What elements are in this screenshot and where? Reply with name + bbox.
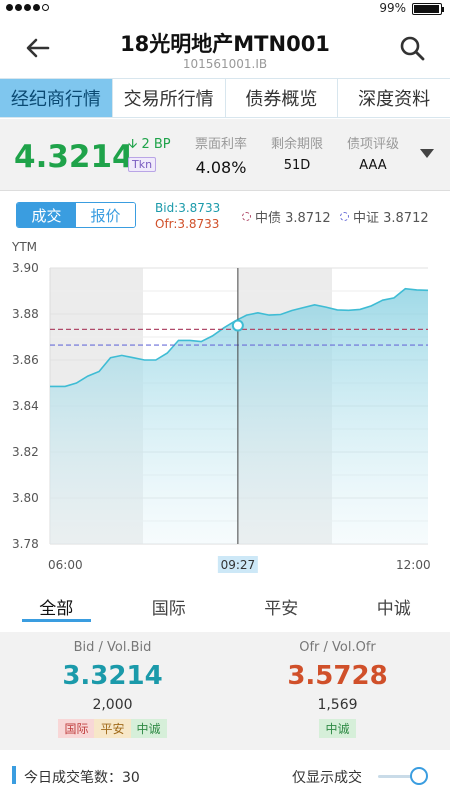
bid-column: Bid / Vol.Bid 3.3214 2,000 国际 平安 中诚: [0, 640, 225, 738]
x-tick-label: 06:00: [48, 558, 83, 572]
remaining-term-label: 剩余期限: [270, 137, 323, 152]
battery-percent: 99%: [379, 1, 406, 15]
legend-chinabond: 中债 3.8712: [242, 207, 331, 226]
bid-sources: 国际 平安 中诚: [0, 719, 225, 738]
only-trades-toggle[interactable]: [378, 767, 428, 785]
coupon-rate-label: 票面利率: [194, 137, 247, 152]
y-tick-label: 3.86: [12, 353, 39, 367]
price-change: 🡫 2 BP: [128, 135, 171, 157]
only-trades-label: 仅显示成交: [292, 770, 362, 786]
latest-price: 4.3214: [14, 139, 134, 175]
y-tick-label: 3.78: [12, 537, 39, 551]
price-change-value: 2 BP: [141, 137, 171, 152]
seg-quotes[interactable]: 报价: [76, 203, 135, 227]
tab-in-depth-info[interactable]: 深度资料: [338, 79, 450, 117]
ofr-column: Ofr / Vol.Ofr 3.5728 1,569 中诚: [225, 640, 450, 738]
chevron-down-icon[interactable]: [420, 149, 434, 158]
tab-guoji[interactable]: 国际: [113, 588, 226, 624]
down-arrow-icon: 🡫: [128, 137, 138, 152]
y-tick-label: 3.82: [12, 445, 39, 459]
status-bar: 99%: [0, 0, 450, 18]
bond-rating: 债项评级 AAA: [342, 133, 404, 173]
quote-summary: 4.3214 🡫 2 BP Tkn 票面利率 4.08% 剩余期限 51D 债项…: [0, 119, 450, 191]
legend-csi-label: 中证 3.8712: [353, 211, 429, 226]
trade-type-badge: Tkn: [128, 157, 157, 172]
seg-trades[interactable]: 成交: [17, 203, 76, 227]
section-marker: [12, 766, 16, 784]
ofr-readout: Ofr:3.8733: [155, 217, 220, 231]
trade-count: 今日成交笔数：30: [24, 770, 140, 786]
legend-chinabond-label: 中债 3.8712: [255, 211, 331, 226]
best-quote-panel: Bid / Vol.Bid 3.3214 2,000 国际 平安 中诚 Ofr …: [0, 632, 450, 750]
coupon-rate: 票面利率 4.08%: [190, 133, 252, 177]
y-tick-label: 3.84: [12, 399, 39, 413]
bid-volume: 2,000: [92, 697, 133, 713]
signal-icon: [6, 4, 49, 11]
toggle-knob[interactable]: [410, 767, 428, 785]
coupon-rate-value: 4.08%: [195, 158, 247, 177]
remaining-term-value: 51D: [283, 158, 311, 173]
trade-quote-toggle: 成交 报价: [16, 202, 136, 228]
ofr-price: 3.5728: [287, 661, 388, 691]
bond-code: 101561001.IB: [182, 57, 268, 71]
dashed-circle-icon: [340, 212, 349, 221]
tab-all[interactable]: 全部: [0, 588, 113, 624]
crosshair-point: [231, 319, 244, 332]
x-tick-label: 12:00: [396, 558, 431, 572]
bid-ofr-readout: Bid:3.8733 Ofr:3.8733: [155, 200, 220, 232]
bid-price: 3.3214: [62, 661, 163, 691]
legend-csi: 中证 3.8712: [340, 207, 429, 226]
crosshair-time-label: 09:27: [221, 558, 256, 572]
source-tabs: 全部 国际 平安 中诚: [0, 588, 450, 624]
remaining-term: 剩余期限 51D: [266, 133, 328, 173]
bid-label: Bid / Vol.Bid: [73, 640, 152, 655]
source-chip: 中诚: [130, 719, 167, 738]
tab-zhongcheng[interactable]: 中诚: [338, 588, 450, 624]
bond-rating-label: 债项评级: [346, 137, 399, 152]
battery-icon: [412, 3, 444, 15]
y-tick-label: 3.88: [12, 307, 39, 321]
tab-broker-quotes[interactable]: 经纪商行情: [0, 79, 113, 117]
y-axis-label: YTM: [11, 240, 37, 254]
ofr-label: Ofr / Vol.Ofr: [299, 640, 376, 655]
footer: 今日成交笔数：30 仅显示成交: [0, 758, 450, 794]
source-chip: 国际: [58, 719, 95, 738]
page-title: 18光明地产MTN001: [120, 32, 330, 56]
source-chip: 中诚: [319, 719, 356, 738]
tab-exchange-quotes[interactable]: 交易所行情: [113, 79, 226, 117]
ytm-chart[interactable]: YTM 3.90 3.88 3.86 3.84 3.82 3.80 3.78 06:00 12…: [0, 238, 450, 580]
y-tick-label: 3.80: [12, 491, 39, 505]
ofr-volume: 1,569: [317, 697, 358, 713]
top-tabs: 经纪商行情 交易所行情 债券概览 深度资料: [0, 78, 450, 118]
ofr-sources: 中诚: [225, 719, 450, 738]
tab-pingan[interactable]: 平安: [225, 588, 338, 624]
tab-bond-overview[interactable]: 债券概览: [226, 79, 339, 117]
header: 18光明地产MTN001 101561001.IB: [0, 18, 450, 76]
search-icon[interactable]: [398, 34, 426, 62]
y-tick-label: 3.90: [12, 261, 39, 275]
bid-readout: Bid:3.8733: [155, 201, 221, 215]
dashed-circle-icon: [242, 212, 251, 221]
source-chip: 平安: [94, 719, 131, 738]
bond-rating-value: AAA: [359, 158, 387, 173]
